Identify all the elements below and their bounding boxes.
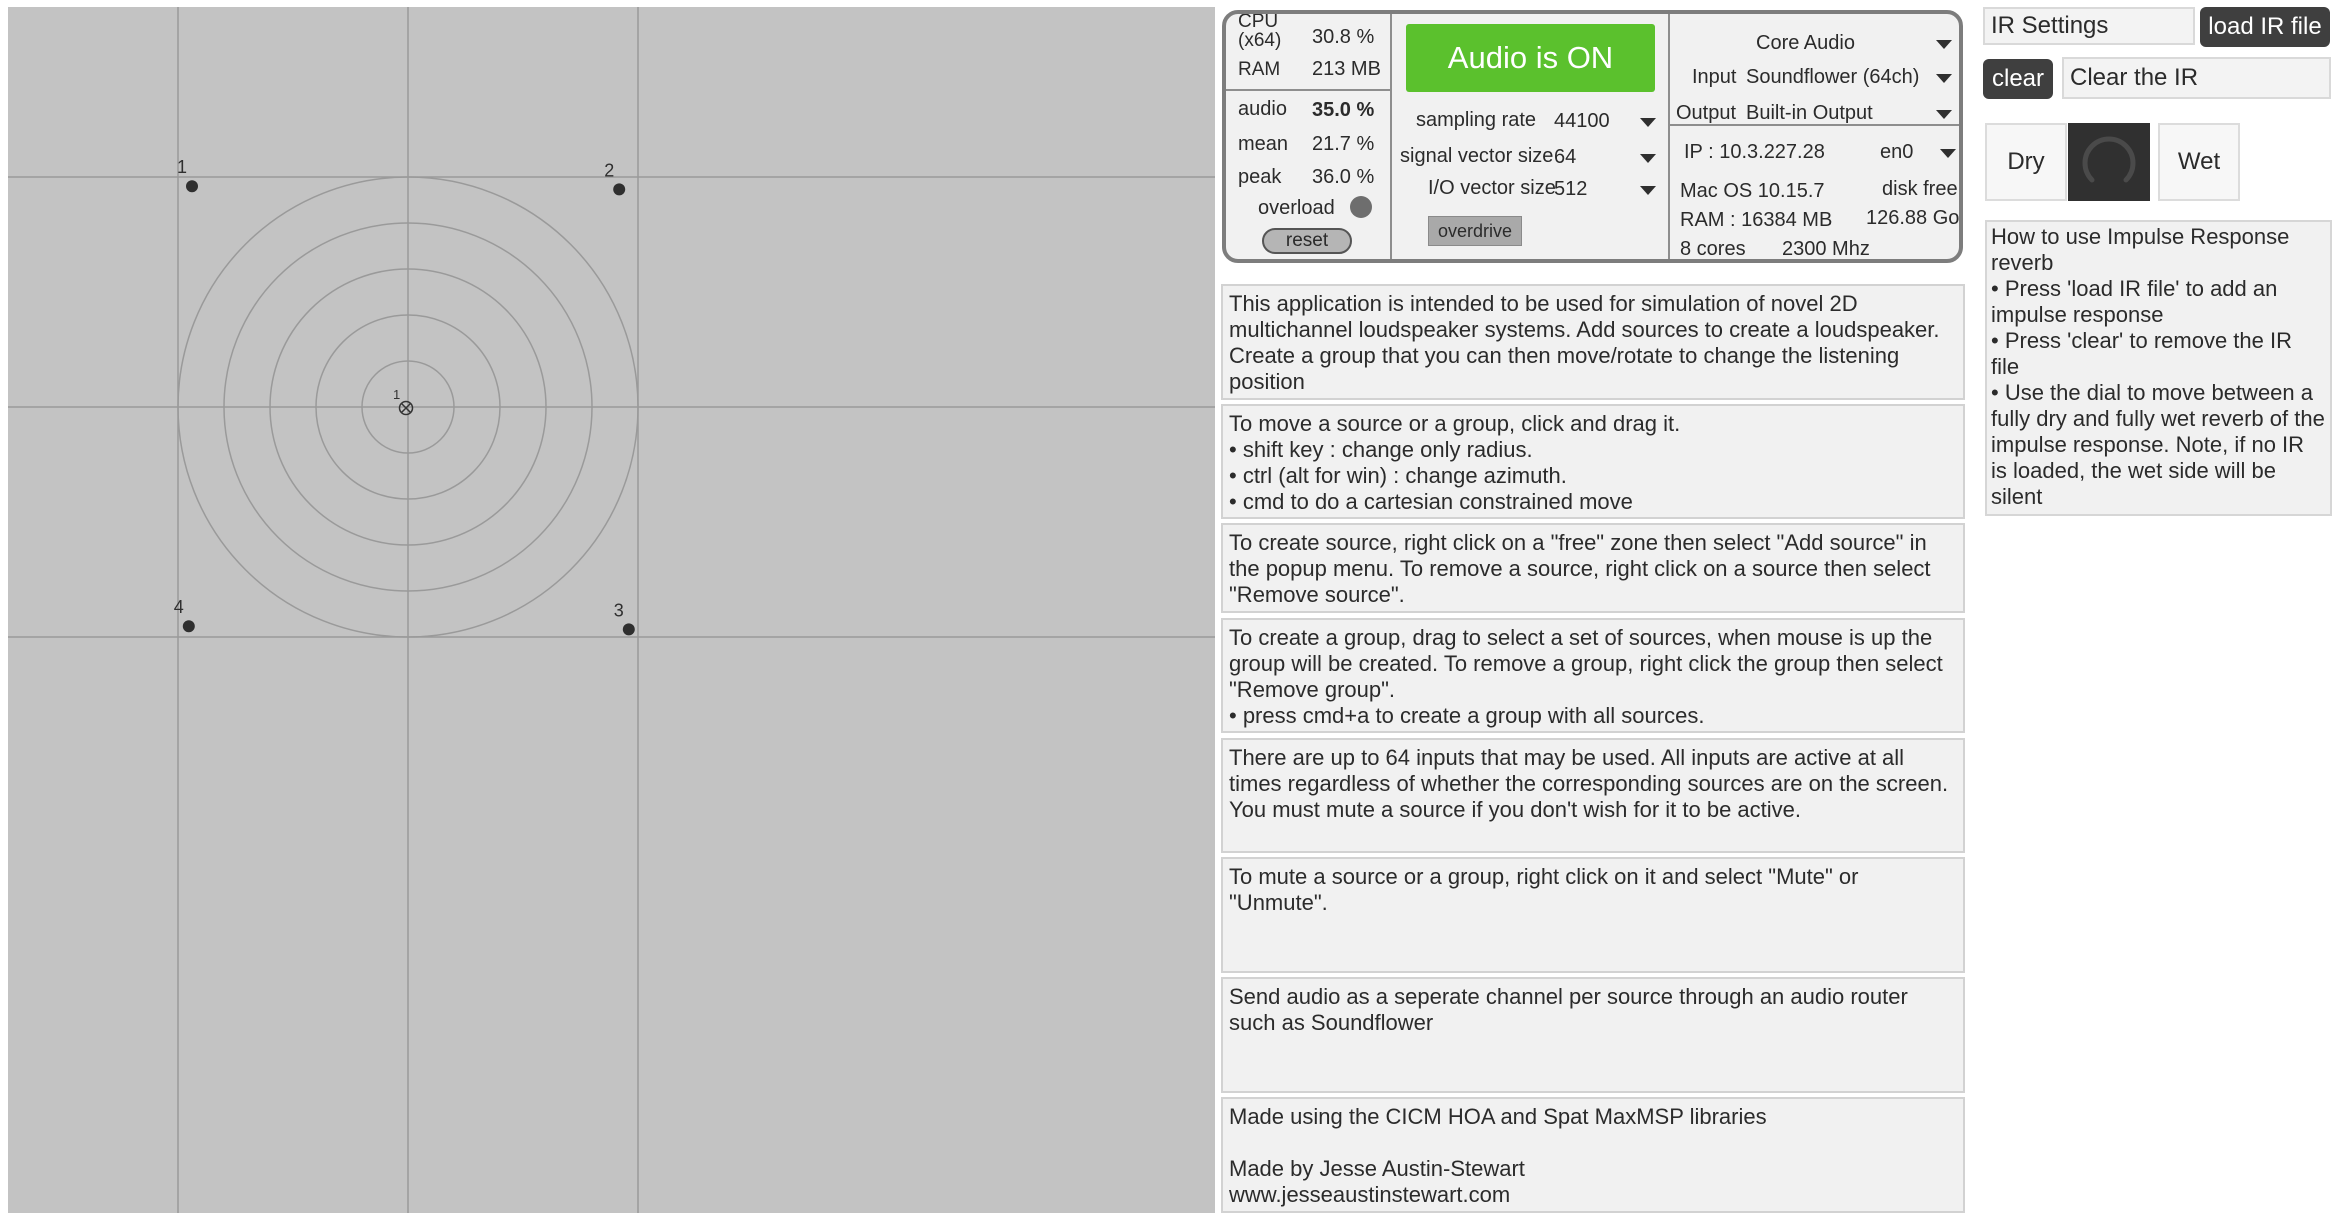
driver-dropdown[interactable]: Core Audio <box>1676 28 1956 56</box>
ir-help-text: How to use Impulse Response reverb • Pre… <box>1985 220 2332 516</box>
peak-label: peak <box>1238 166 1282 188</box>
sources-layer: 1 2 3 4 <box>174 157 635 636</box>
chevron-down-icon <box>1936 74 1952 83</box>
audio-load-value: 35.0 % <box>1312 99 1375 121</box>
info-box-inputs: There are up to 64 inputs that may be us… <box>1221 738 1965 853</box>
system-ram: RAM : 16384 MB <box>1680 209 1833 231</box>
cpu-cores: 8 cores <box>1680 238 1746 260</box>
divider <box>1390 14 1392 259</box>
chevron-down-icon <box>1936 110 1952 119</box>
driver-value: Core Audio <box>1756 32 1855 54</box>
signal-vector-value: 64 <box>1554 146 1577 168</box>
cpu-label: CPU (x64) <box>1238 11 1282 51</box>
source-1[interactable]: 1 <box>177 157 198 193</box>
source-label: 1 <box>177 157 187 177</box>
os-version: Mac OS 10.15.7 <box>1680 180 1825 202</box>
info-box-create-source: To create source, right click on a "free… <box>1221 523 1965 613</box>
source-4[interactable]: 4 <box>174 597 195 633</box>
io-vector-dropdown[interactable]: 512 <box>1554 174 1662 202</box>
chevron-down-icon <box>1640 118 1656 127</box>
chevron-down-icon <box>1640 154 1656 163</box>
clear-ir-button[interactable]: clear <box>1983 59 2053 99</box>
cpu-clock: 2300 Mhz <box>1782 238 1870 260</box>
info-box-create-group: To create a group, drag to select a set … <box>1221 618 1965 733</box>
source-dot[interactable] <box>186 180 198 193</box>
network-interface-dropdown[interactable]: en0 <box>1874 137 1958 165</box>
sampling-rate-dropdown[interactable]: 44100 <box>1554 107 1662 135</box>
overload-label: overload <box>1258 197 1335 219</box>
source-label: 2 <box>604 160 614 180</box>
listener-label: 1 <box>393 387 400 402</box>
divider <box>1226 89 1390 91</box>
load-ir-button[interactable]: load IR file <box>2200 7 2330 47</box>
sampling-rate-label: sampling rate <box>1416 109 1537 131</box>
source-dot[interactable] <box>182 620 195 633</box>
output-label: Output <box>1676 102 1737 124</box>
mean-value: 21.7 % <box>1312 133 1375 155</box>
io-vector-label: I/O vector size <box>1428 177 1556 199</box>
signal-vector-dropdown[interactable]: 64 <box>1554 142 1662 170</box>
ip-address: IP : 10.3.227.28 <box>1684 141 1825 163</box>
source-dot[interactable] <box>622 623 635 636</box>
signal-vector-label: signal vector size <box>1400 145 1554 167</box>
source-2[interactable]: 2 <box>604 160 626 196</box>
source-dot[interactable] <box>613 183 626 196</box>
audio-load-label: audio <box>1238 98 1287 120</box>
ram-label: RAM <box>1238 59 1281 80</box>
source-label: 3 <box>614 600 624 620</box>
network-interface-value: en0 <box>1880 141 1914 163</box>
disk-free-label: disk free <box>1882 178 1958 200</box>
output-device-value: Built-in Output <box>1746 102 1873 124</box>
sampling-rate-value: 44100 <box>1554 110 1610 132</box>
info-box-mute: To mute a source or a group, right click… <box>1221 857 1965 973</box>
overdrive-toggle[interactable]: overdrive <box>1428 216 1522 246</box>
ir-settings-label: IR Settings <box>1983 7 2195 45</box>
reset-button[interactable]: reset <box>1262 228 1352 254</box>
dry-button[interactable]: Dry <box>1985 123 2067 201</box>
listener-marker[interactable]: 1 <box>393 387 414 416</box>
spatialiser-canvas[interactable]: 1 1 2 3 4 <box>8 7 1215 1213</box>
cpu-value: 30.8 % <box>1312 26 1375 48</box>
disk-free-value: 126.88 Go <box>1866 207 1960 229</box>
dial-knob-icon <box>2082 136 2136 183</box>
chevron-down-icon <box>1940 149 1956 158</box>
source-3[interactable]: 3 <box>614 600 635 636</box>
chevron-down-icon <box>1640 186 1656 195</box>
divider <box>1668 14 1670 259</box>
peak-value: 36.0 % <box>1312 166 1375 188</box>
overload-indicator <box>1350 196 1372 218</box>
dry-wet-dial[interactable] <box>2068 123 2150 201</box>
info-box-intro: This application is intended to be used … <box>1221 284 1965 400</box>
input-device-dropdown[interactable]: Soundflower (64ch) <box>1746 62 1956 90</box>
spatialiser-view[interactable]: 1 1 2 3 4 <box>8 7 1215 1213</box>
clear-ir-message: Clear the IR <box>2062 57 2331 99</box>
wet-button[interactable]: Wet <box>2158 123 2240 201</box>
info-box-credits: Made using the CICM HOA and Spat MaxMSP … <box>1221 1097 1965 1213</box>
io-vector-value: 512 <box>1554 178 1588 200</box>
output-device-dropdown[interactable]: Built-in Output <box>1746 98 1956 126</box>
ram-value: 213 MB <box>1312 58 1381 80</box>
chevron-down-icon <box>1936 40 1952 49</box>
info-box-routing: Send audio as a seperate channel per sou… <box>1221 977 1965 1093</box>
mean-label: mean <box>1238 133 1289 155</box>
dsp-status-panel: CPU (x64) 30.8 % RAM 213 MB audio 35.0 %… <box>1222 10 1963 263</box>
audio-on-toggle[interactable]: Audio is ON <box>1406 24 1655 92</box>
input-label: Input <box>1692 66 1737 88</box>
info-box-move: To move a source or a group, click and d… <box>1221 404 1965 519</box>
source-label: 4 <box>174 597 184 617</box>
input-device-value: Soundflower (64ch) <box>1746 66 1920 88</box>
